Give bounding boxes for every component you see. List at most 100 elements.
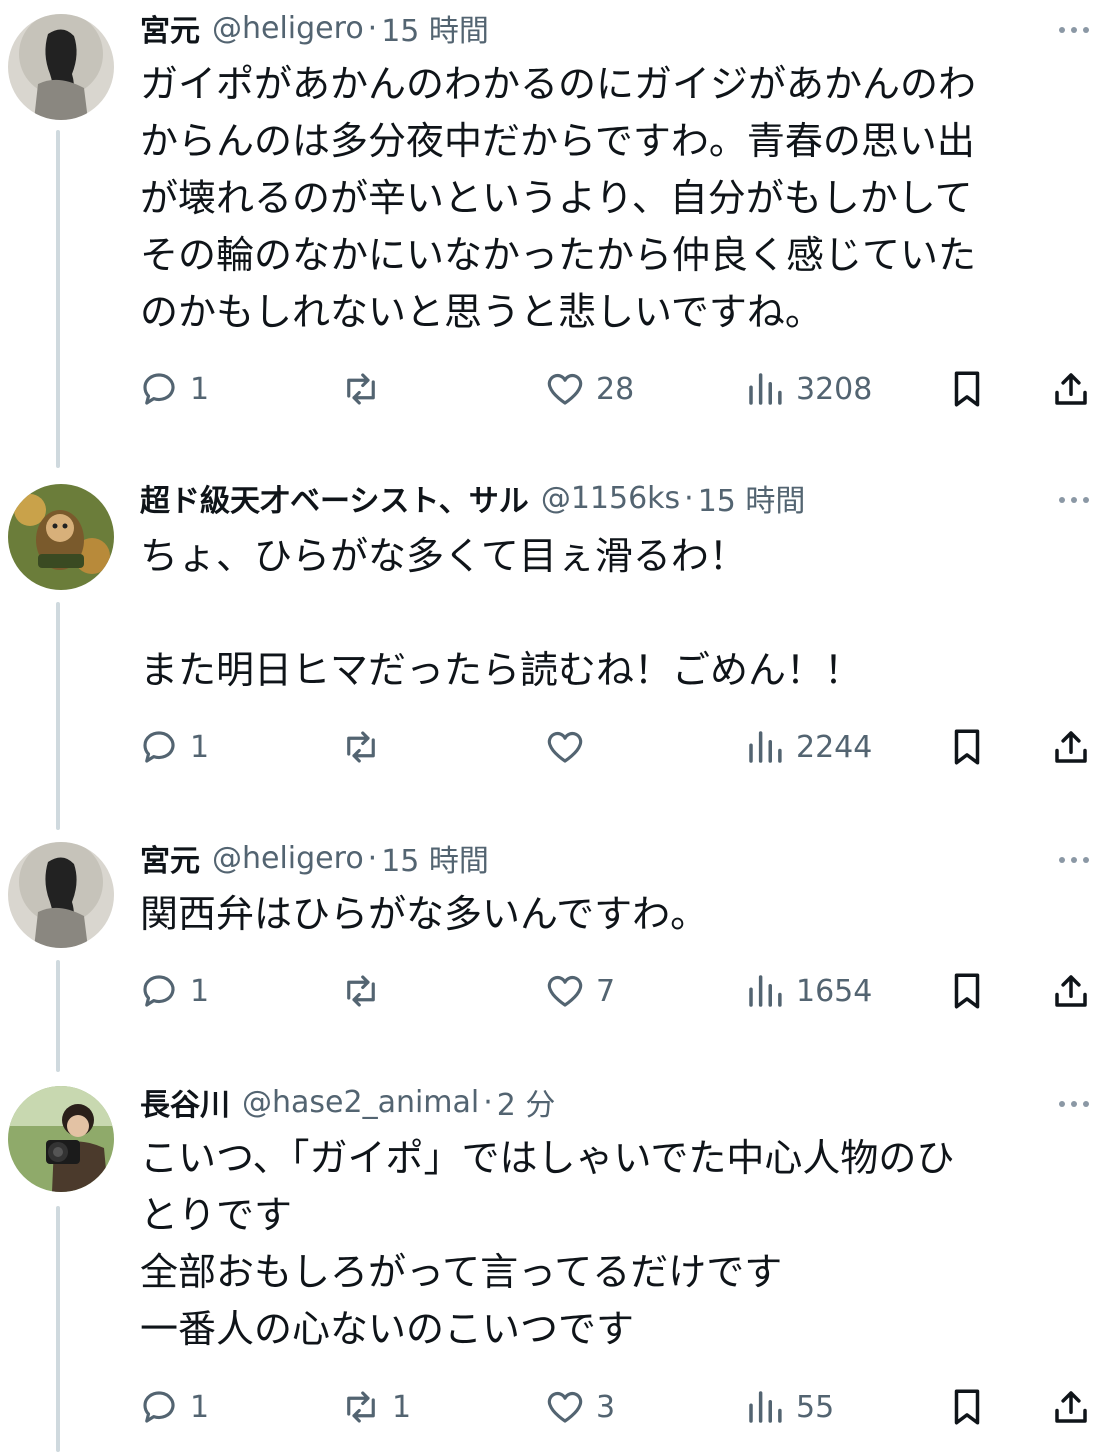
share-icon xyxy=(1055,731,1087,763)
bookmark-button[interactable] xyxy=(946,364,988,414)
separator: · xyxy=(367,840,378,876)
action-bar: 1 7 1654 xyxy=(0,966,1104,1016)
action-bar: 1 28 3208 xyxy=(0,364,1104,414)
share-button[interactable] xyxy=(1050,722,1092,772)
like-icon xyxy=(547,975,583,1007)
share-button[interactable] xyxy=(1050,966,1092,1016)
dark-haired-figure-avatar-icon xyxy=(8,14,114,120)
repost-count: 1 xyxy=(392,1389,412,1425)
reply-button[interactable]: 1 xyxy=(138,1382,209,1432)
like-button[interactable]: 3 xyxy=(544,1382,615,1432)
more-button[interactable] xyxy=(1054,490,1094,510)
views-button[interactable]: 55 xyxy=(744,1382,834,1432)
display-name[interactable]: 宮元 xyxy=(140,6,200,50)
views-count: 1654 xyxy=(796,973,873,1009)
like-button[interactable]: 7 xyxy=(544,966,615,1016)
tweet[interactable]: 宮元 @heligero · 15 時間 ガイポがあかんのわかるのにガイジがあか… xyxy=(0,0,1104,470)
repost-icon xyxy=(347,1391,375,1423)
avatar[interactable] xyxy=(8,1086,114,1192)
views-count: 3208 xyxy=(796,371,873,407)
views-count: 55 xyxy=(796,1389,835,1425)
repost-button[interactable]: 1 xyxy=(340,1382,411,1432)
action-bar: 1 2244 xyxy=(0,722,1104,772)
more-icon xyxy=(1059,497,1089,503)
repost-button[interactable] xyxy=(340,722,392,772)
share-button[interactable] xyxy=(1050,1382,1092,1432)
views-icon xyxy=(749,1391,782,1423)
display-name[interactable]: 超ド級天才ベーシスト、サル xyxy=(140,476,529,520)
user-handle[interactable]: @heligero xyxy=(212,841,364,876)
timestamp[interactable]: 15 時間 xyxy=(698,476,806,520)
reply-icon xyxy=(143,731,175,763)
like-count: 3 xyxy=(596,1389,616,1425)
like-icon xyxy=(547,1391,583,1423)
user-handle[interactable]: @1156ks xyxy=(541,481,680,516)
reply-icon xyxy=(143,373,175,405)
display-name[interactable]: 長谷川 xyxy=(140,1080,230,1124)
tweet-text: ちょ、ひらがな多くて目ぇ滑るわ！ また明日ヒマだったら読むね！ごめん！！ xyxy=(140,534,863,692)
more-icon xyxy=(1059,857,1089,863)
dark-haired-figure-avatar-icon xyxy=(8,842,114,948)
repost-button[interactable] xyxy=(340,966,392,1016)
bookmark-icon xyxy=(954,973,980,1009)
bookmark-icon xyxy=(954,1389,980,1425)
bookmark-button[interactable] xyxy=(946,1382,988,1432)
like-icon xyxy=(547,731,583,763)
tweet-text: 関西弁はひらがな多いんですわ。 xyxy=(140,892,709,936)
thread-line xyxy=(56,130,60,468)
views-icon xyxy=(749,975,782,1007)
more-button[interactable] xyxy=(1054,850,1094,870)
timestamp[interactable]: 15 時間 xyxy=(381,836,489,880)
tweet-header: 長谷川 @hase2_animal · 2 分 xyxy=(140,1078,555,1126)
share-icon xyxy=(1055,1391,1087,1423)
like-button[interactable]: 28 xyxy=(544,364,634,414)
bookmark-icon xyxy=(954,371,980,407)
more-icon xyxy=(1059,27,1089,33)
repost-icon xyxy=(347,373,375,405)
reply-icon xyxy=(143,975,175,1007)
share-button[interactable] xyxy=(1050,364,1092,414)
timestamp[interactable]: 15 時間 xyxy=(381,6,489,50)
views-button[interactable]: 3208 xyxy=(744,364,872,414)
tweet[interactable]: 宮元 @heligero · 15 時間 関西弁はひらがな多いんですわ。 1 7… xyxy=(0,830,1104,1074)
tweet-header: 宮元 @heligero · 15 時間 xyxy=(140,834,489,882)
avatar[interactable] xyxy=(8,484,114,590)
repost-icon xyxy=(347,731,375,763)
display-name[interactable]: 宮元 xyxy=(140,836,200,880)
like-icon xyxy=(547,373,583,405)
user-handle[interactable]: @hase2_animal xyxy=(242,1085,479,1120)
reply-count: 1 xyxy=(190,1389,210,1425)
avatar[interactable] xyxy=(8,842,114,948)
views-button[interactable]: 1654 xyxy=(744,966,872,1016)
camera-person-avatar-icon xyxy=(8,1086,114,1192)
views-icon xyxy=(749,373,782,405)
more-button[interactable] xyxy=(1054,1094,1094,1114)
like-button[interactable] xyxy=(544,722,596,772)
reply-button[interactable]: 1 xyxy=(138,966,209,1016)
user-handle[interactable]: @heligero xyxy=(212,11,364,46)
avatar[interactable] xyxy=(8,14,114,120)
timestamp[interactable]: 2 分 xyxy=(497,1080,556,1124)
monkey-character-avatar-icon xyxy=(8,484,114,590)
repost-button[interactable] xyxy=(340,364,392,414)
separator: · xyxy=(483,1084,493,1120)
reply-button[interactable]: 1 xyxy=(138,364,209,414)
tweet-header: 超ド級天才ベーシスト、サル @1156ks · 15 時間 xyxy=(140,474,805,522)
views-count: 2244 xyxy=(796,729,873,765)
views-button[interactable]: 2244 xyxy=(744,722,872,772)
more-button[interactable] xyxy=(1054,20,1094,40)
reply-button[interactable]: 1 xyxy=(138,722,209,772)
reply-icon xyxy=(143,1391,175,1423)
repost-icon xyxy=(347,975,375,1007)
tweet-text: こいつ、「ガイポ」ではしゃいでた中心人物のひ とりです 全部おもしろがって言って… xyxy=(140,1136,955,1351)
separator: · xyxy=(684,480,694,516)
tweet[interactable]: 長谷川 @hase2_animal · 2 分 こいつ、「ガイポ」ではしゃいでた… xyxy=(0,1074,1104,1452)
tweet[interactable]: 超ド級天才ベーシスト、サル @1156ks · 15 時間 ちょ、ひらがな多くて… xyxy=(0,470,1104,830)
bookmark-button[interactable] xyxy=(946,722,988,772)
views-icon xyxy=(749,731,782,763)
reply-count: 1 xyxy=(190,371,210,407)
like-count: 28 xyxy=(596,371,635,407)
reply-count: 1 xyxy=(190,973,210,1009)
bookmark-button[interactable] xyxy=(946,966,988,1016)
share-icon xyxy=(1055,975,1087,1007)
